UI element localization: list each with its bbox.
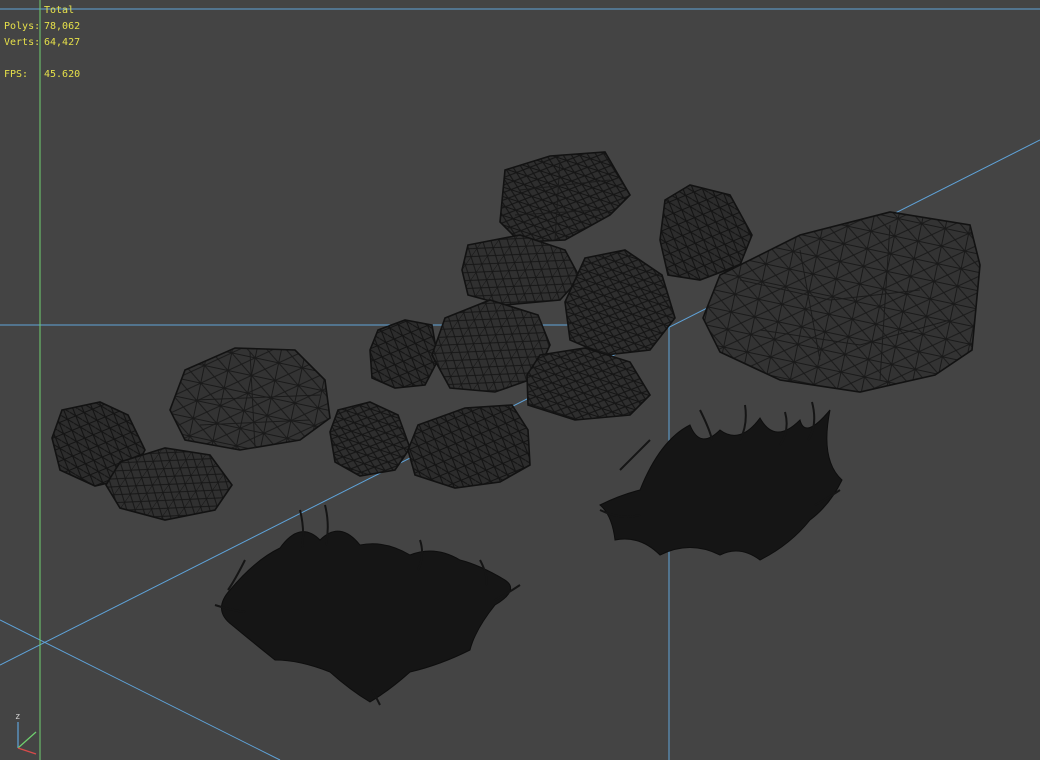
- 3d-viewport[interactable]: Total Polys: 78,062 Verts: 64,427 FPS: 45.6…: [0, 0, 1040, 760]
- rock-left-big: [169, 347, 331, 451]
- rock-flat-center: [526, 347, 652, 421]
- fps-value: 45.620: [44, 69, 81, 80]
- rock-small-center: [329, 401, 411, 477]
- rock-small-left: [369, 319, 439, 389]
- polys-value: 78,062: [44, 21, 81, 32]
- polys-label: Polys:: [4, 21, 41, 32]
- axis-z-label: z: [15, 712, 20, 722]
- axis-gizmo: z: [15, 712, 37, 755]
- grass-clump-right: [599, 401, 843, 561]
- fps-label: FPS:: [4, 69, 29, 80]
- verts-value: 64,427: [44, 37, 81, 48]
- rock-mid-tall: [564, 249, 676, 356]
- grass-clump-left: [214, 504, 521, 706]
- axis-x-line: [17, 747, 37, 755]
- wireframe-scene: [0, 0, 1040, 760]
- rock-mid-upper: [461, 234, 581, 306]
- axis-y-line: [17, 731, 37, 749]
- statistics-overlay: Total Polys: 78,062 Verts: 64,427 FPS: 45.6…: [4, 3, 80, 83]
- rock-low-center: [407, 404, 531, 489]
- verts-label: Verts:: [4, 37, 41, 48]
- rock-top-center: [499, 151, 632, 243]
- stats-header: Total: [44, 5, 75, 16]
- rocks: [51, 151, 981, 521]
